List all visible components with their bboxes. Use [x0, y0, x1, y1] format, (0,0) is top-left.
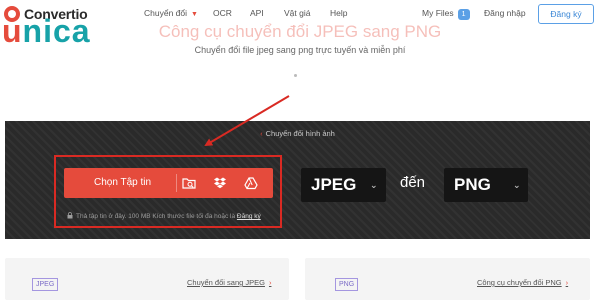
choose-files-label: Chọn Tập tin	[94, 177, 152, 188]
from-format-value: JPEG	[311, 175, 357, 194]
nav-convert[interactable]: Chuyển đổi ▼	[144, 8, 198, 18]
my-files-link[interactable]: My Files 1	[422, 8, 470, 20]
page-subtitle: Chuyển đổi file jpeg sang png trực tuyến…	[194, 45, 406, 55]
card-png-link[interactable]: Công cụ chuyển đổi PNG ›	[477, 278, 568, 287]
to-format-value: PNG	[454, 175, 491, 194]
chevron-right-icon: ›	[268, 278, 272, 287]
google-drive-icon[interactable]	[244, 176, 258, 190]
nav-api[interactable]: API	[250, 8, 264, 18]
converter-panel: ‹ Chuyển đổi hình ảnh Chọn Tập tin Thả tậ…	[5, 121, 590, 239]
chevron-down-icon: ▼	[191, 11, 198, 18]
drop-hint-text: Thả tập tin ở đây. 100 MB Kích thước fil…	[76, 213, 236, 220]
drop-hint: Thả tập tin ở đây. 100 MB Kích thước fil…	[67, 212, 261, 220]
nav-convert-label: Chuyển đổi	[144, 8, 188, 18]
card-png: PNG Công cụ chuyển đổi PNG ›	[305, 258, 590, 300]
decorative-dot	[294, 74, 297, 77]
chevron-left-icon: ‹	[260, 129, 263, 138]
to-label: đến	[400, 174, 426, 191]
watermark-u: u	[2, 13, 23, 49]
to-format-select[interactable]: PNG ⌄	[444, 168, 528, 202]
drop-hint-signup-link[interactable]: Đăng ký	[237, 213, 261, 220]
watermark-rest: nica	[22, 13, 91, 49]
choose-divider	[176, 174, 177, 192]
format-tag-png: PNG	[335, 278, 359, 291]
unica-watermark: unica	[2, 14, 91, 48]
card-jpeg-link[interactable]: Chuyển đổi sang JPEG ›	[187, 278, 271, 287]
card-png-link-text: Công cụ chuyển đổi PNG	[477, 278, 562, 287]
format-tag-jpeg: JPEG	[32, 278, 59, 291]
card-jpeg: JPEG Chuyển đổi sang JPEG ›	[5, 258, 289, 300]
my-files-count-badge: 1	[457, 9, 470, 20]
folder-search-icon[interactable]	[182, 176, 196, 190]
lock-icon	[67, 212, 73, 219]
chevron-right-icon: ›	[565, 278, 569, 287]
my-files-label: My Files	[422, 8, 454, 18]
from-format-select[interactable]: JPEG ⌄	[301, 168, 386, 202]
breadcrumb-label: Chuyển đổi hình ảnh	[265, 129, 335, 138]
nav-ocr[interactable]: OCR	[213, 8, 232, 18]
card-jpeg-link-text: Chuyển đổi sang JPEG	[187, 278, 265, 287]
login-link[interactable]: Đăng nhập	[484, 8, 526, 18]
signup-button[interactable]: Đăng ký	[538, 4, 594, 24]
dropbox-icon[interactable]	[213, 176, 227, 190]
choose-files-button[interactable]: Chọn Tập tin	[64, 168, 273, 198]
chevron-down-icon: ⌄	[513, 180, 521, 190]
breadcrumb[interactable]: ‹ Chuyển đổi hình ảnh	[5, 129, 590, 138]
chevron-down-icon: ⌄	[370, 180, 378, 190]
nav-help[interactable]: Help	[330, 8, 347, 18]
nav-pricing[interactable]: Vật giá	[284, 8, 310, 18]
